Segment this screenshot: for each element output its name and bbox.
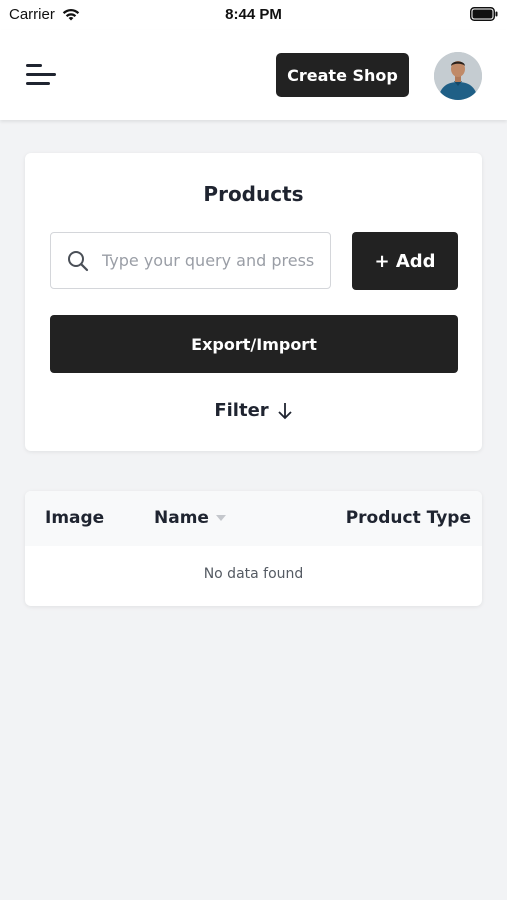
avatar-image (434, 52, 482, 100)
menu-icon (26, 64, 56, 85)
empty-state-text: No data found (203, 566, 304, 582)
arrow-down-icon (278, 402, 292, 419)
menu-button[interactable] (24, 59, 60, 91)
search-box[interactable] (50, 232, 331, 289)
filter-toggle[interactable]: Filter (25, 400, 482, 421)
filter-label: Filter (214, 400, 269, 421)
export-import-button[interactable]: Export/Import (50, 315, 458, 373)
products-table: Image Name Product Type No data found (25, 491, 482, 606)
app-header: Create Shop (0, 30, 507, 120)
column-header-product-type: Product Type (345, 508, 471, 528)
battery-icon (470, 7, 498, 21)
search-input[interactable] (100, 250, 324, 271)
status-bar: Carrier 8:44 PM (0, 0, 507, 30)
page-title: Products (203, 182, 304, 206)
column-header-image: Image (45, 508, 105, 528)
add-button[interactable]: + Add (352, 232, 458, 290)
column-header-name[interactable]: Name (154, 508, 227, 528)
search-icon (68, 250, 89, 271)
table-header: Image Name Product Type (25, 491, 482, 546)
create-shop-button[interactable]: Create Shop (276, 53, 409, 97)
avatar[interactable] (434, 52, 482, 100)
sort-icon (215, 515, 226, 521)
products-card: Products + Add Export/Import Filter (25, 153, 482, 451)
status-time: 8:44 PM (225, 6, 282, 23)
column-header-name-label: Name (154, 508, 209, 528)
